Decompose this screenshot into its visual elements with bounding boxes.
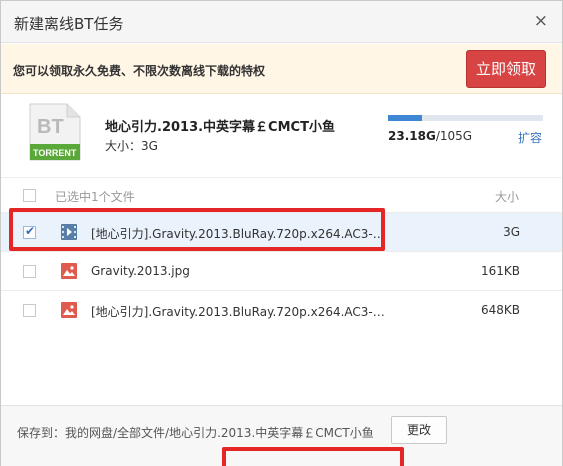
torrent-icon-label: TORRENT xyxy=(33,148,77,158)
file-size: 161KB xyxy=(480,264,520,278)
image-icon xyxy=(61,263,77,279)
file-row[interactable]: Gravity.2013.jpg 161KB xyxy=(1,251,562,290)
file-size: 648KB xyxy=(480,303,520,317)
file-name: Gravity.2013.jpg xyxy=(91,264,190,278)
dialog-titlebar: 新建离线BT任务 × xyxy=(1,1,562,43)
change-path-button[interactable]: 更改 xyxy=(391,416,447,444)
promo-text: 您可以领取永久免费、不限次数离线下载的特权 xyxy=(13,64,266,78)
image-icon xyxy=(61,302,77,318)
file-name: [地心引力].Gravity.2013.BluRay.720p.x264.AC3… xyxy=(91,305,386,319)
save-path-label: 保存到：我的网盘/全部文件/地心引力.2013.中英字幕￡CMCT小鱼 xyxy=(17,426,374,440)
file-list-header: 已选中1个文件 大小 xyxy=(1,177,562,211)
file-size: 3G xyxy=(503,225,520,239)
file-checkbox[interactable] xyxy=(23,304,36,317)
file-row[interactable]: [地心引力].Gravity.2013.BluRay.720p.x264.AC3… xyxy=(1,290,562,329)
quota-used: 23.18G xyxy=(388,129,436,143)
torrent-summary: BT TORRENT 地心引力.2013.中英字幕￡CMCT小鱼 大小：3G 2… xyxy=(1,95,562,177)
torrent-name: 地心引力.2013.中英字幕￡CMCT小鱼 xyxy=(105,120,335,135)
torrent-size: 大小：3G xyxy=(105,139,158,153)
quota-total: /105G xyxy=(435,129,473,143)
torrent-file-icon: BT TORRENT xyxy=(29,103,81,161)
dialog-title: 新建离线BT任务 xyxy=(14,15,124,33)
torrent-icon-bt-text: BT xyxy=(37,116,64,138)
storage-quota-fill xyxy=(388,115,423,121)
storage-quota-text: 23.18G/105G xyxy=(388,129,472,143)
size-column-header: 大小 xyxy=(495,190,520,204)
select-all-checkbox[interactable] xyxy=(23,189,36,202)
claim-now-button[interactable]: 立即领取 xyxy=(466,50,546,88)
annotation-highlight-box xyxy=(9,208,385,251)
selected-count-label: 已选中1个文件 xyxy=(55,190,135,204)
file-checkbox[interactable] xyxy=(23,265,36,278)
annotation-highlight-box-bottom xyxy=(222,447,404,466)
close-icon[interactable]: × xyxy=(534,12,548,30)
storage-quota-bar xyxy=(388,115,543,121)
expand-storage-link[interactable]: 扩容 xyxy=(518,129,542,146)
promo-banner: 您可以领取永久免费、不限次数离线下载的特权 立即领取 xyxy=(1,44,562,94)
offline-bt-task-dialog: 新建离线BT任务 × 您可以领取永久免费、不限次数离线下载的特权 立即领取 BT… xyxy=(0,0,563,466)
